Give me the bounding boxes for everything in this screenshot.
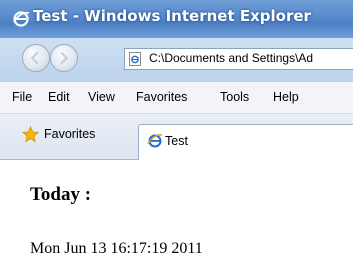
page-icon bbox=[129, 52, 141, 66]
back-arrow-icon bbox=[30, 51, 39, 65]
ie-icon bbox=[13, 11, 30, 27]
title-bar[interactable]: Test - Windows Internet Explorer bbox=[0, 0, 353, 38]
browser-window: Test - Windows Internet Explorer C:\Docu… bbox=[0, 0, 353, 268]
back-button[interactable] bbox=[22, 44, 50, 72]
favorites-label: Favorites bbox=[44, 127, 96, 141]
menu-file[interactable]: File bbox=[12, 90, 32, 104]
menu-favorites[interactable]: Favorites bbox=[136, 90, 187, 104]
page-content: Today : Mon Jun 13 16:17:19 2011 bbox=[0, 160, 353, 268]
address-bar[interactable]: C:\Documents and Settings\Ad bbox=[124, 48, 353, 70]
forward-arrow-icon bbox=[60, 51, 69, 65]
tab-test[interactable]: Test bbox=[138, 124, 353, 160]
tab-label: Test bbox=[165, 134, 188, 148]
favorites-bar: Favorites Test bbox=[0, 114, 353, 160]
window-title: Test - Windows Internet Explorer bbox=[33, 7, 311, 25]
menu-edit[interactable]: Edit bbox=[48, 90, 70, 104]
forward-button[interactable] bbox=[50, 44, 78, 72]
page-heading: Today : bbox=[30, 184, 92, 205]
address-input[interactable]: C:\Documents and Settings\Ad bbox=[149, 51, 313, 65]
address-toolbar: C:\Documents and Settings\Ad bbox=[0, 38, 353, 82]
datetime-text: Mon Jun 13 16:17:19 2011 bbox=[30, 240, 203, 257]
ie-icon bbox=[147, 134, 163, 148]
menu-view[interactable]: View bbox=[88, 90, 115, 104]
menu-tools[interactable]: Tools bbox=[220, 90, 249, 104]
star-icon bbox=[22, 126, 39, 143]
menu-help[interactable]: Help bbox=[273, 90, 299, 104]
menu-bar: File Edit View Favorites Tools Help bbox=[0, 82, 353, 114]
